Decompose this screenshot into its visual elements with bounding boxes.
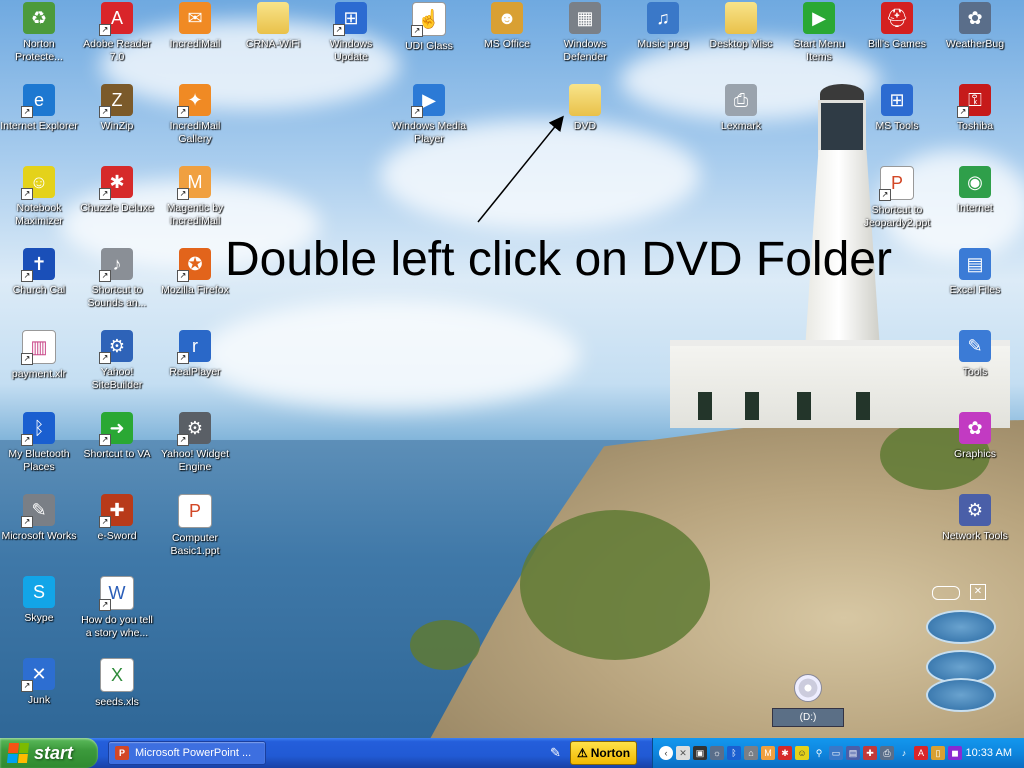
tray-weather-icon[interactable]: ☼ bbox=[710, 746, 724, 760]
start-button[interactable]: start bbox=[0, 738, 98, 768]
taskbar: start P Microsoft PowerPoint ... ✎ ⚠ Nor… bbox=[0, 738, 1024, 768]
tray-camera-icon[interactable]: ▣ bbox=[693, 746, 707, 760]
instruction-text: Double left click on DVD Folder bbox=[225, 233, 892, 286]
powerpoint-icon: P bbox=[115, 746, 129, 760]
tray-bluetooth-icon[interactable]: ᛒ bbox=[727, 746, 741, 760]
tray-printer-icon[interactable]: ⎙ bbox=[880, 746, 894, 760]
tray-adobe-icon[interactable]: A bbox=[914, 746, 928, 760]
task-powerpoint[interactable]: P Microsoft PowerPoint ... bbox=[108, 741, 266, 765]
tray-chuzzle-icon[interactable]: ✱ bbox=[778, 746, 792, 760]
clock[interactable]: 10:33 AM bbox=[966, 747, 1012, 759]
tray-shield-icon[interactable]: ✚ bbox=[863, 746, 877, 760]
media-disc-icon[interactable] bbox=[926, 610, 996, 644]
tray-magentic-icon[interactable]: M bbox=[761, 746, 775, 760]
tray-app-icon[interactable]: ◼ bbox=[948, 746, 962, 760]
media-home-icon[interactable] bbox=[926, 678, 996, 712]
drive-label: (D:) bbox=[772, 708, 844, 727]
norton-area: ✎ ⚠ Norton bbox=[550, 741, 646, 765]
tray-smiley-icon[interactable]: ☺ bbox=[795, 746, 809, 760]
windows-logo-icon bbox=[6, 743, 30, 763]
start-label: start bbox=[34, 742, 74, 763]
norton-button[interactable]: ⚠ Norton bbox=[570, 741, 638, 765]
tray-search-icon[interactable]: ⚲ bbox=[812, 746, 826, 760]
key-icon[interactable] bbox=[932, 586, 960, 600]
tray-expand-icon[interactable]: ‹ bbox=[659, 746, 673, 760]
tray-display-icon[interactable]: ▤ bbox=[846, 746, 860, 760]
cd-icon bbox=[794, 674, 822, 702]
pen-icon[interactable]: ✎ bbox=[550, 745, 570, 761]
tray-doc-icon[interactable]: ▯ bbox=[931, 746, 945, 760]
annotation-arrow bbox=[477, 115, 564, 223]
desktop[interactable]: ♻Norton Protecte...AAdobe Reader 7.0✉Inc… bbox=[0, 0, 1024, 738]
tray-monitor-icon[interactable]: ▭ bbox=[829, 746, 843, 760]
tray-volume-icon[interactable]: ♪ bbox=[897, 746, 911, 760]
warning-icon: ⚠ bbox=[577, 746, 588, 760]
norton-label: Norton bbox=[590, 746, 631, 760]
close-icon[interactable]: ✕ bbox=[970, 584, 986, 600]
task-label: Microsoft PowerPoint ... bbox=[135, 747, 252, 759]
system-tray: ‹ ✕ ▣ ☼ ᛒ ⌂ M ✱ ☺ ⚲ ▭ ▤ ✚ ⎙ ♪ A ▯ ◼ 10:3… bbox=[652, 738, 1024, 768]
tray-network-icon[interactable]: ⌂ bbox=[744, 746, 758, 760]
drive-d-icon-group[interactable]: (D:) bbox=[772, 674, 844, 734]
tray-x-icon[interactable]: ✕ bbox=[676, 746, 690, 760]
